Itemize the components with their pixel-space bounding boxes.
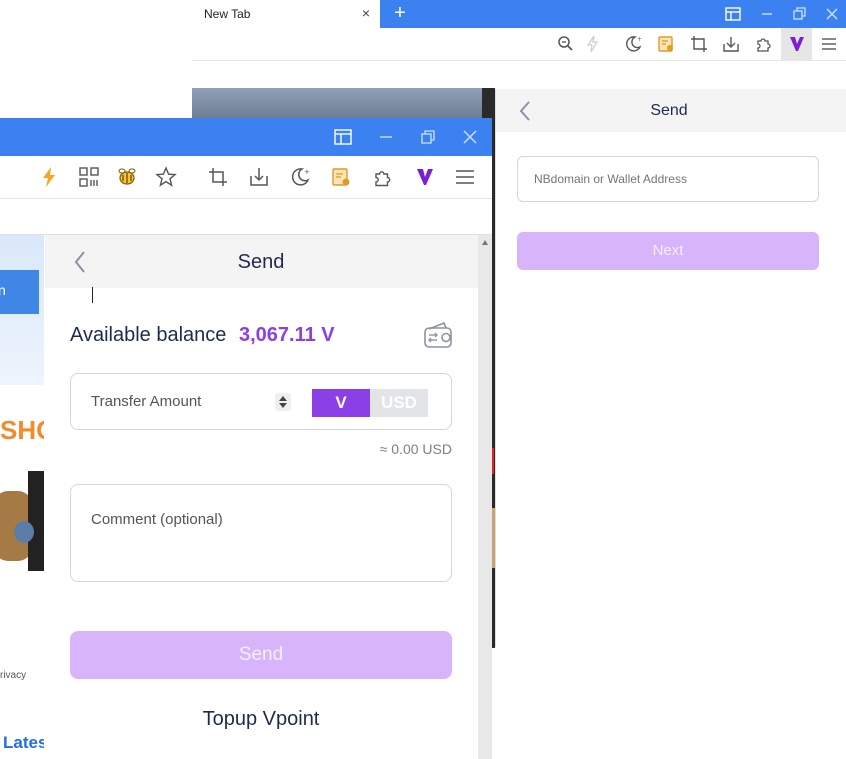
download-icon[interactable] (721, 34, 741, 54)
extensions-icon[interactable] (372, 166, 394, 188)
front-popup-header: Send (45, 235, 478, 288)
comment-placeholder: Comment (optional) (91, 511, 223, 528)
menu-icon[interactable] (454, 166, 476, 188)
sidebar-toggle-icon[interactable] (333, 127, 353, 147)
back-toolbar: + (192, 28, 846, 61)
topup-vpoint-link[interactable]: Topup Vpoint (45, 708, 477, 731)
privacy-link[interactable]: rivacy (0, 670, 26, 681)
available-balance-value: 3,067.11 V (239, 324, 335, 346)
night-mode-icon[interactable]: + (623, 34, 643, 54)
bee-extension-icon[interactable] (116, 166, 138, 188)
wallet-icon[interactable] (422, 319, 454, 351)
scrollbar[interactable] (478, 235, 492, 759)
next-button[interactable]: Next (517, 232, 819, 270)
page-blue-button[interactable]: n (0, 270, 39, 314)
svg-text:+: + (637, 36, 642, 43)
crop-screenshot-icon[interactable] (207, 166, 229, 188)
page-shop-banner: SHO (0, 415, 44, 445)
front-send-popup: Send Available balance 3,067.11 V Transf… (45, 235, 478, 759)
latest-heading: Lates (3, 733, 44, 752)
text-caret (92, 287, 93, 303)
lightning-icon[interactable] (583, 34, 603, 54)
crop-screenshot-icon[interactable] (689, 34, 709, 54)
sidebar-toggle-icon[interactable] (723, 4, 743, 24)
front-page-content: n SHO rivacy Lates (0, 235, 44, 759)
usd-equivalent: ≈ 0.00 USD (379, 441, 452, 457)
send-button[interactable]: Send (70, 631, 452, 679)
lightning-icon[interactable] (38, 166, 60, 188)
transfer-amount-field[interactable]: Transfer Amount V USD (70, 373, 452, 430)
notes-icon[interactable] (656, 34, 676, 54)
vpoint-extension-icon[interactable] (414, 166, 436, 188)
night-mode-icon[interactable]: + (289, 166, 311, 188)
notes-icon[interactable] (330, 166, 352, 188)
front-toolbar: + (0, 156, 492, 199)
close-window-icon[interactable] (822, 4, 842, 24)
zoom-icon[interactable] (556, 34, 576, 54)
page-product-image (0, 461, 44, 591)
currency-v-toggle[interactable]: V (312, 389, 370, 417)
vpoint-extension-icon[interactable] (787, 34, 807, 54)
svg-text:+: + (304, 168, 310, 176)
tab-new-tab[interactable]: New Tab × (192, 0, 380, 28)
front-address-strip (0, 199, 492, 235)
front-popup-title: Send (237, 251, 285, 273)
minimize-icon[interactable] (376, 127, 396, 147)
back-popup-header: Send (496, 89, 846, 132)
menu-icon[interactable] (819, 34, 839, 54)
stepper-icon[interactable] (275, 393, 291, 411)
qr-apps-icon[interactable] (78, 166, 100, 188)
extensions-icon[interactable] (754, 34, 774, 54)
restore-icon[interactable] (418, 127, 438, 147)
scroll-up-icon[interactable] (481, 239, 489, 247)
download-icon[interactable] (248, 166, 270, 188)
front-titlebar (0, 118, 492, 156)
wallet-address-input[interactable] (517, 156, 819, 202)
available-balance-label: Available balance (70, 324, 227, 346)
restore-icon[interactable] (789, 4, 809, 24)
tab-title: New Tab (204, 7, 251, 21)
back-send-popup: Send Next (495, 89, 846, 647)
transfer-amount-placeholder: Transfer Amount (91, 393, 202, 410)
star-bookmark-icon[interactable] (155, 166, 177, 188)
close-window-icon[interactable] (460, 127, 480, 147)
comment-field[interactable]: Comment (optional) (70, 484, 452, 582)
minimize-icon[interactable] (757, 4, 777, 24)
currency-usd-toggle[interactable]: USD (370, 389, 428, 417)
tab-close-icon[interactable]: × (362, 5, 370, 21)
new-tab-button[interactable]: + (388, 2, 412, 26)
back-address-strip (192, 61, 846, 88)
back-popup-title: Send (650, 102, 688, 119)
